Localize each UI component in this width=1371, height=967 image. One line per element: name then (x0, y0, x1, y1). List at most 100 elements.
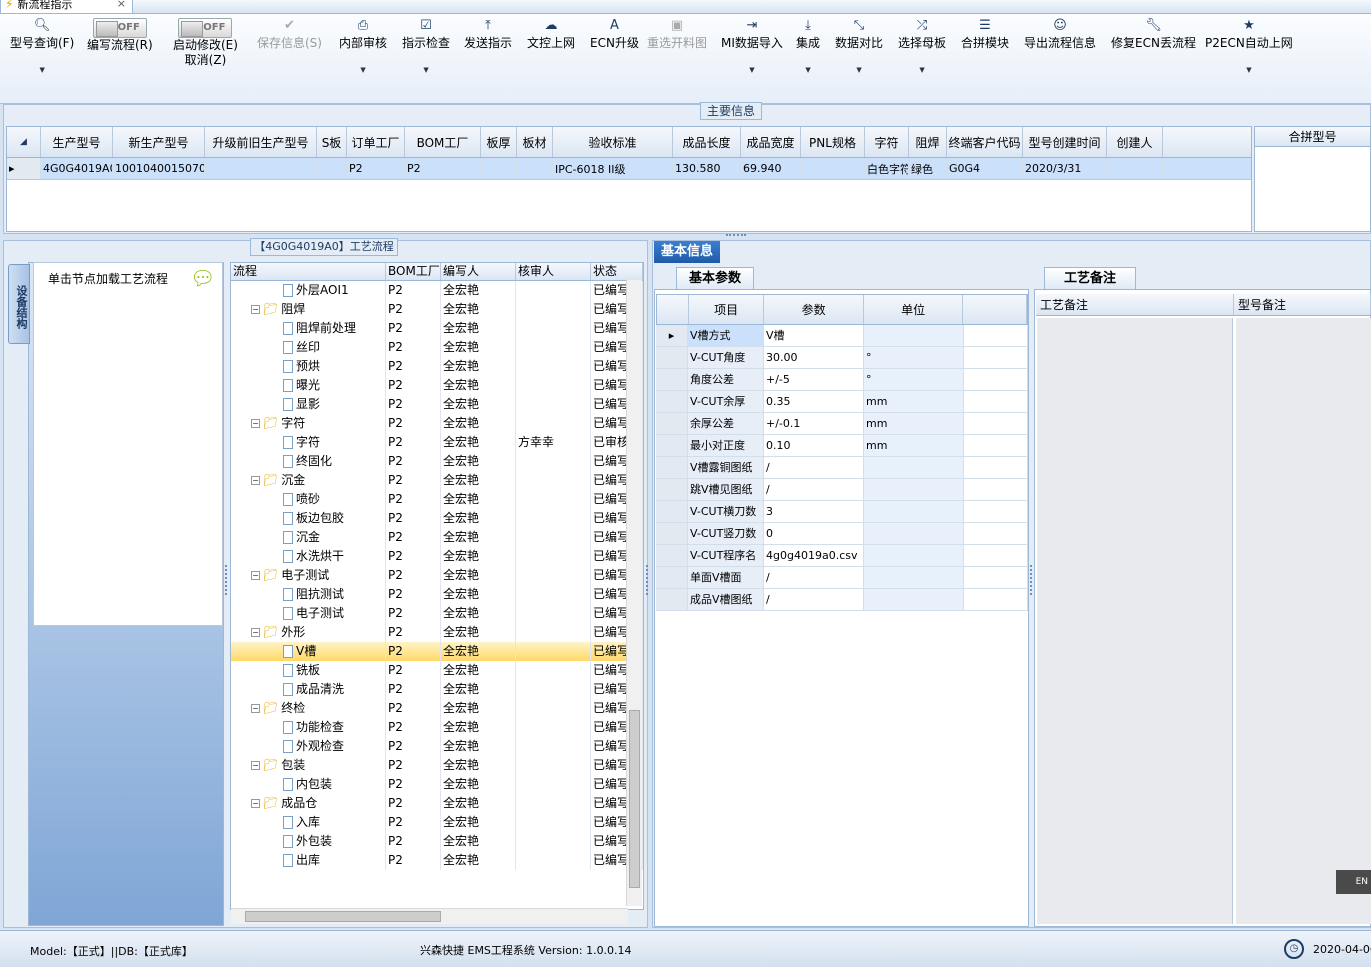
param-cell-unit[interactable] (864, 523, 964, 544)
tree-node-cell[interactable]: − 📁︎ 电子测试 (231, 566, 386, 585)
param-cell-item[interactable]: V-CUT余厚 (688, 391, 764, 412)
param-cell-item[interactable]: 余厚公差 (688, 413, 764, 434)
tree-node-cell[interactable]: 功能检查 (231, 718, 386, 737)
tree-folder-row[interactable]: − 📁︎ 电子测试 P2 全宏艳 已编写 (231, 566, 643, 585)
tree-col-header[interactable]: 状态 (591, 263, 643, 280)
scroll-thumb[interactable] (245, 911, 441, 922)
tree-node-row[interactable]: 成品清洗 P2 全宏艳 已编写 (231, 680, 643, 699)
param-cell-unit[interactable]: mm (864, 413, 964, 434)
main-info-grid[interactable]: ◢ 生产型号 新生产型号 升级前旧生产型号 S板 订单工厂 BOM工厂 板厚 板材 验收标准 成品长… (6, 126, 1252, 232)
param-cell-unit[interactable] (864, 325, 964, 346)
param-cell-item[interactable]: V槽方式 (688, 325, 764, 346)
export-flow-button[interactable]: ☺ 导出流程信息 (1024, 18, 1096, 51)
tree-node-cell[interactable]: − 📁︎ 阻焊 (231, 300, 386, 319)
param-cell-value[interactable]: / (764, 589, 864, 610)
internal-review-button[interactable]: ⎙ 内部审核 ▼ (339, 18, 387, 78)
tree-node-cell[interactable]: 外层AOI1 (231, 281, 386, 300)
process-notes-textarea[interactable] (1037, 318, 1233, 924)
main-cell[interactable]: 10010400150707 (113, 158, 205, 179)
tree-folder-row[interactable]: − 📁︎ 外形 P2 全宏艳 已编写 (231, 623, 643, 642)
param-cell-unit[interactable]: ° (864, 347, 964, 368)
tree-node-cell[interactable]: 字符 (231, 433, 386, 452)
main-cell[interactable]: 白色字符 (865, 158, 909, 179)
param-cell-item[interactable]: 成品V槽图纸 (688, 589, 764, 610)
tree-folder-row[interactable]: − 📁︎ 字符 P2 全宏艳 已编写 (231, 414, 643, 433)
main-col-header[interactable]: 板厚 (481, 127, 517, 157)
tree-node-row[interactable]: 喷砂 P2 全宏艳 已编写 (231, 490, 643, 509)
tree-folder-row[interactable]: − 📁︎ 沉金 P2 全宏艳 已编写 (231, 471, 643, 490)
tree-node-cell[interactable]: 显影 (231, 395, 386, 414)
write-flow-switch[interactable]: OFF (92, 18, 147, 38)
mi-import-button[interactable]: ⇥ MI数据导入 ▼ (721, 18, 783, 78)
row-header[interactable] (656, 347, 688, 368)
splitter-grip[interactable] (225, 565, 229, 595)
dropdown-arrow-icon[interactable]: ▼ (402, 63, 450, 78)
main-cell[interactable] (481, 158, 517, 179)
main-col-header[interactable]: 升级前旧生产型号 (205, 127, 317, 157)
data-compare-button[interactable]: ⤡ 数据对比 ▼ (835, 18, 883, 78)
dropdown-arrow-icon[interactable]: ▼ (721, 63, 783, 78)
param-cell-value[interactable]: 4g0g4019a0.csv (764, 545, 864, 566)
tree-node-row[interactable]: 功能检查 P2 全宏艳 已编写 (231, 718, 643, 737)
tree-node-cell[interactable]: 板边包胶 (231, 509, 386, 528)
tree-node-row[interactable]: 外层AOI1 P2 全宏艳 已编写 (231, 281, 643, 300)
main-cell[interactable]: 130.580 (673, 158, 741, 179)
main-cell[interactable] (1107, 158, 1163, 179)
main-col-header[interactable]: 创建人 (1107, 127, 1163, 157)
param-cell-item[interactable]: 角度公差 (688, 369, 764, 390)
dropdown-arrow-icon[interactable]: ▼ (835, 63, 883, 78)
param-cell-unit[interactable] (864, 567, 964, 588)
tree-horizontal-scrollbar[interactable] (231, 908, 628, 924)
param-row[interactable]: V-CUT横刀数 3 (656, 501, 1028, 523)
tree-node-cell[interactable]: 电子测试 (231, 604, 386, 623)
row-header[interactable] (656, 457, 688, 478)
row-header[interactable] (656, 479, 688, 500)
main-col-header[interactable]: 型号创建时间 (1023, 127, 1107, 157)
param-cell-value[interactable]: V槽 (764, 325, 864, 346)
collapse-icon[interactable]: − (251, 761, 260, 770)
tree-col-header[interactable]: 核审人 (516, 263, 591, 280)
main-col-header[interactable]: 字符 (865, 127, 909, 157)
tree-node-row[interactable]: 水洗烘干 P2 全宏艳 已编写 (231, 547, 643, 566)
tree-col-header[interactable]: 流程 (231, 263, 386, 280)
tree-node-cell[interactable]: − 📁︎ 包装 (231, 756, 386, 775)
param-cell-value[interactable]: +/-5 (764, 369, 864, 390)
param-cell-value[interactable]: / (764, 457, 864, 478)
tree-node-cell[interactable]: 曝光 (231, 376, 386, 395)
param-cell-unit[interactable] (864, 501, 964, 522)
tree-node-row[interactable]: 内包装 P2 全宏艳 已编写 (231, 775, 643, 794)
main-cell[interactable] (801, 158, 865, 179)
collapse-icon[interactable]: − (251, 305, 260, 314)
tree-node-row[interactable]: 铣板 P2 全宏艳 已编写 (231, 661, 643, 680)
param-cell-unit[interactable]: mm (864, 435, 964, 456)
tree-node-row[interactable]: 终固化 P2 全宏艳 已编写 (231, 452, 643, 471)
tree-node-cell[interactable]: 内包装 (231, 775, 386, 794)
param-cell-unit[interactable] (864, 545, 964, 566)
start-modify-switch[interactable]: OFF (178, 18, 233, 38)
collapse-icon[interactable]: − (251, 799, 260, 808)
repair-ecn-button[interactable]: 🔧︎ 修复ECN丢流程 (1111, 18, 1196, 51)
tab-process-notes[interactable]: 工艺备注 (1044, 267, 1136, 289)
param-cell-value[interactable]: 0.10 (764, 435, 864, 456)
collapse-icon[interactable]: − (251, 628, 260, 637)
param-row[interactable]: 跳V槽见图纸 / (656, 479, 1028, 501)
tree-node-row[interactable]: 字符 P2 全宏艳 方幸幸 已审核 (231, 433, 643, 452)
param-cell-unit[interactable]: ° (864, 369, 964, 390)
row-header[interactable] (656, 413, 688, 434)
collapse-icon[interactable]: − (251, 571, 260, 580)
ime-indicator[interactable]: EN (1336, 870, 1371, 894)
main-col-header[interactable]: BOM工厂 (405, 127, 481, 157)
instruction-check-button[interactable]: ☑ 指示检查 ▼ (402, 18, 450, 78)
param-cell-item[interactable]: 单面V槽面 (688, 567, 764, 588)
tree-col-header[interactable]: BOM工厂 (386, 263, 441, 280)
param-cell-value[interactable]: 0 (764, 523, 864, 544)
main-col-header[interactable]: 验收标准 (553, 127, 673, 157)
main-col-header[interactable]: 生产型号 (41, 127, 113, 157)
dropdown-arrow-icon[interactable]: ▼ (339, 63, 387, 78)
tree-node-row[interactable]: V槽 P2 全宏艳 已编写 (231, 642, 643, 661)
document-tab[interactable]: ⚡ 新流程指示 × (0, 0, 133, 14)
param-cell-item[interactable]: V-CUT程序名 (688, 545, 764, 566)
tree-node-cell[interactable]: 水洗烘干 (231, 547, 386, 566)
row-header[interactable] (656, 391, 688, 412)
main-col-header[interactable]: 成品宽度 (741, 127, 801, 157)
